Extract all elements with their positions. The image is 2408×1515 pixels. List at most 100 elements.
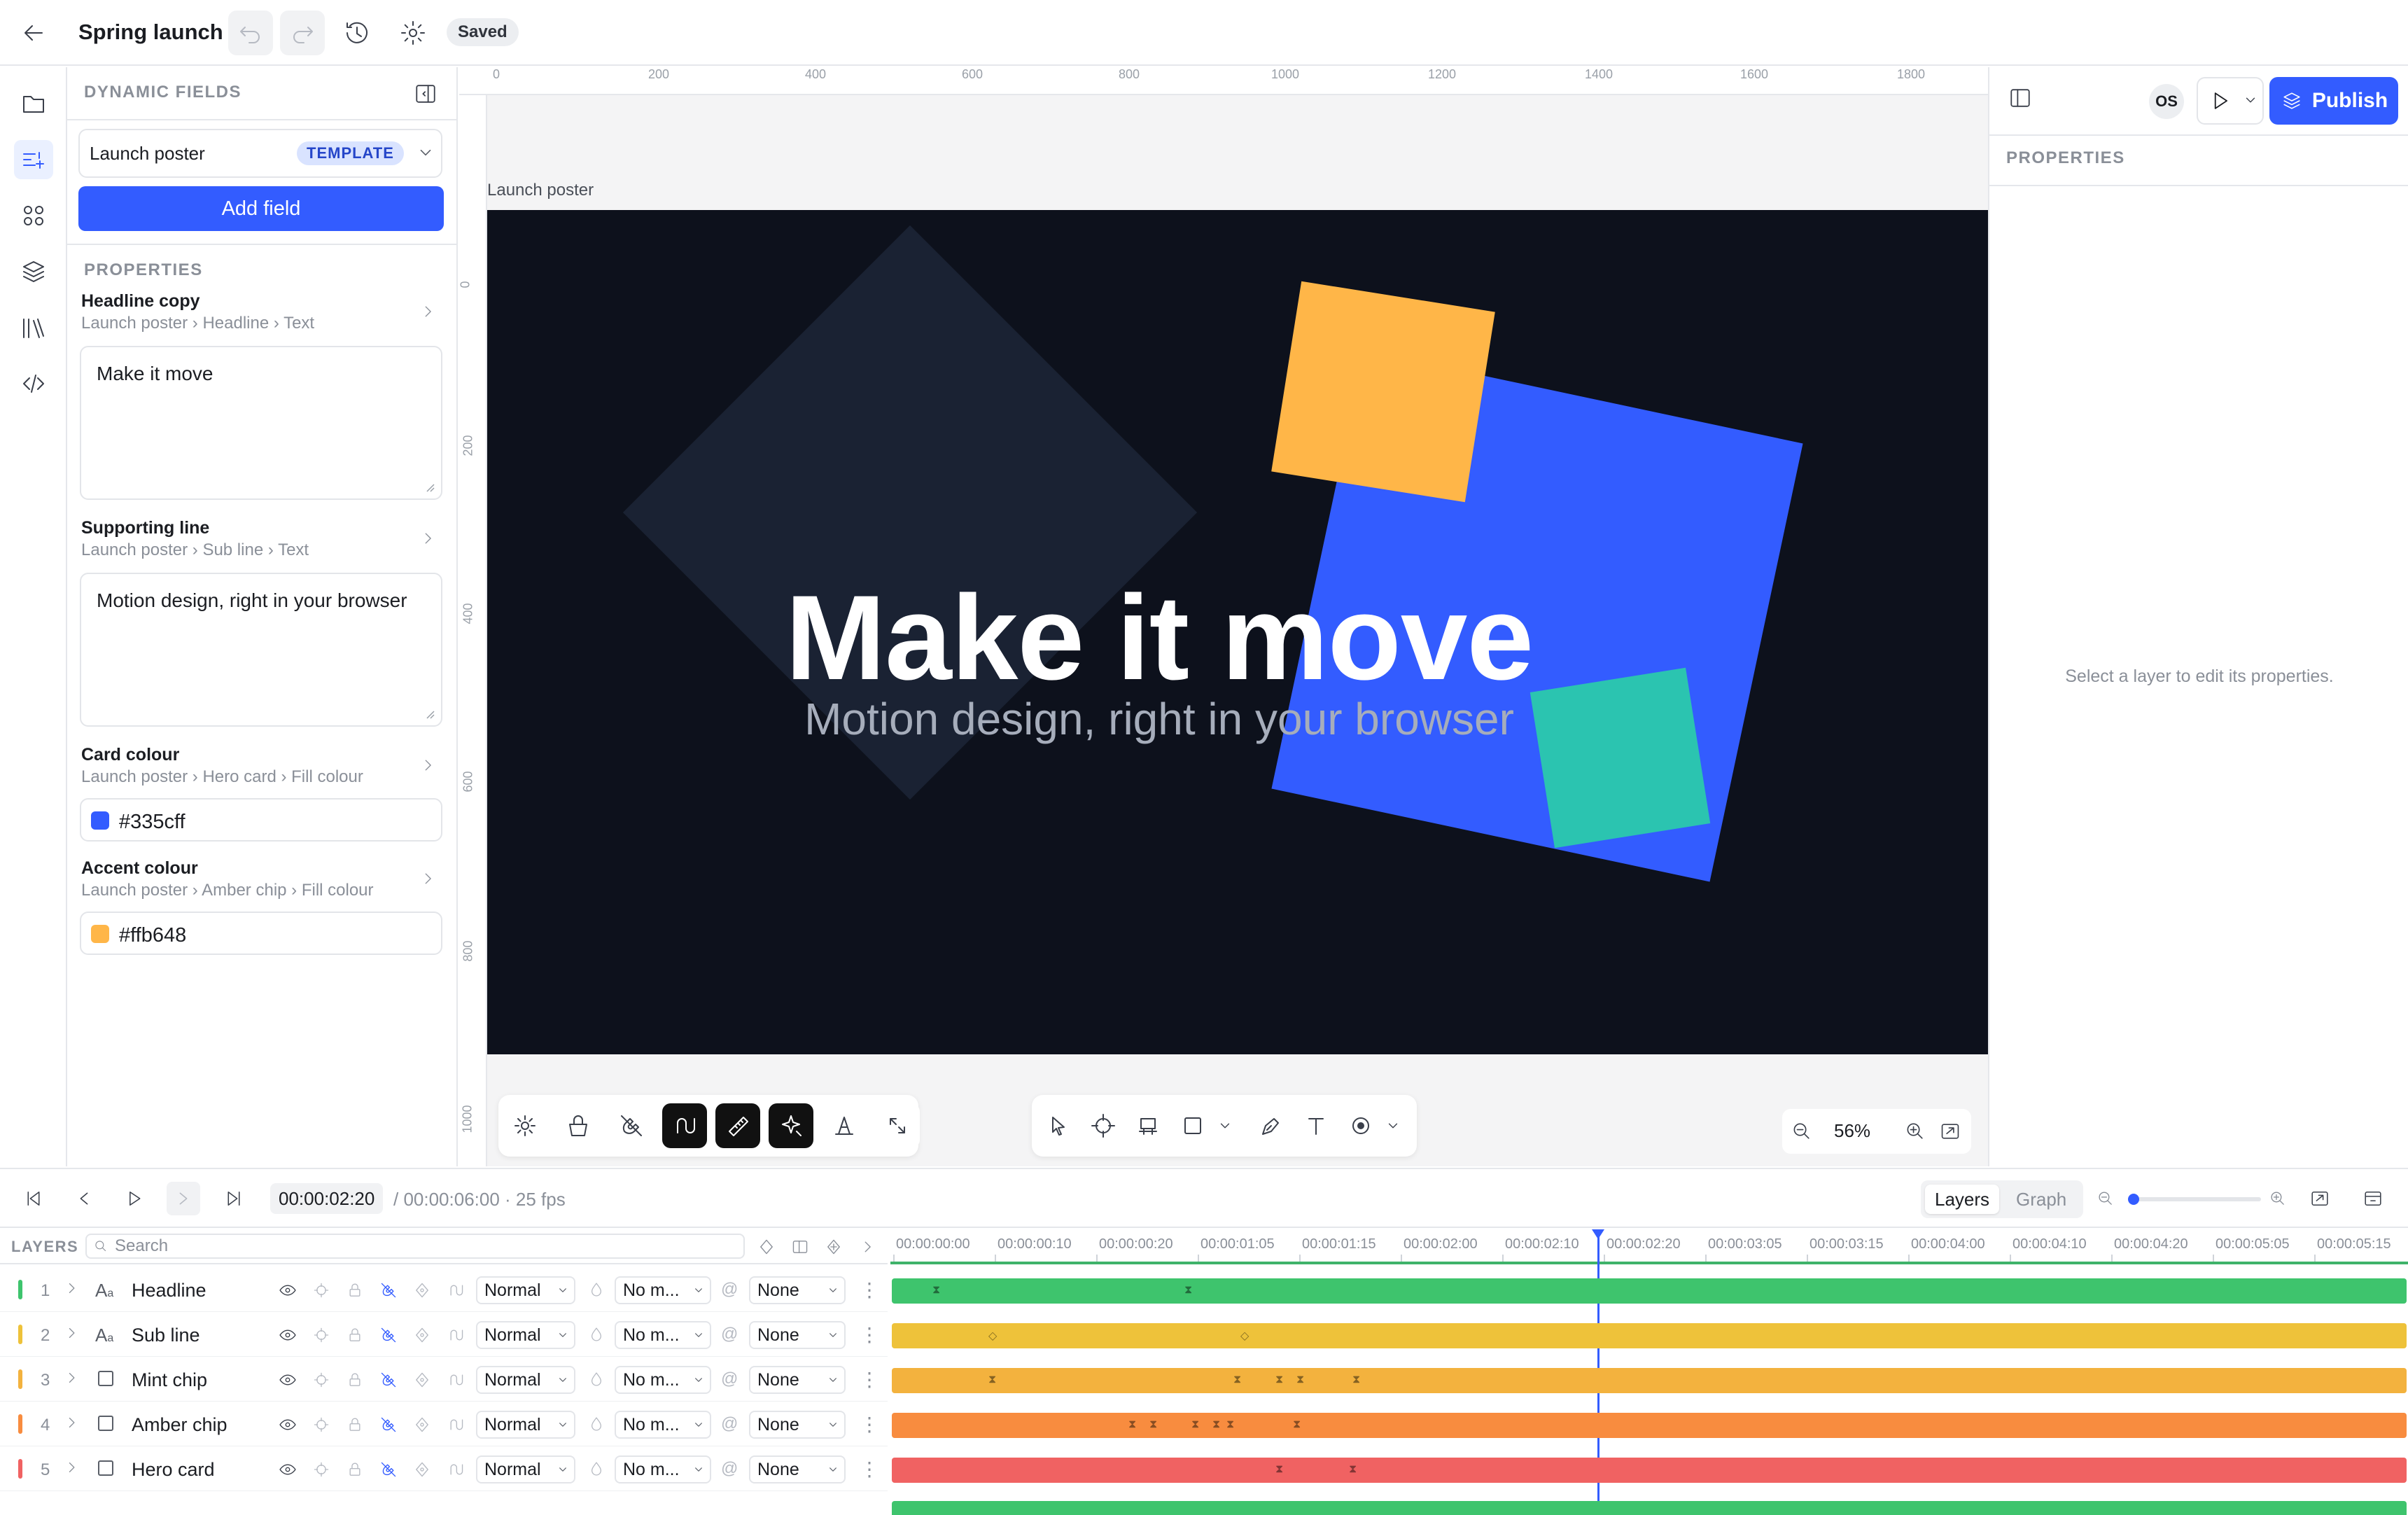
keyframe-marker[interactable]: ⧗ [1293,1418,1301,1431]
expand-chevron-icon[interactable] [62,1458,81,1477]
keyframe-marker[interactable]: ⧗ [1226,1418,1234,1431]
layer-color-tag[interactable] [18,1280,22,1299]
parent-select[interactable]: None [749,1276,846,1304]
zoom-out-icon[interactable] [1789,1119,1814,1144]
keyframe-marker[interactable]: ⧗ [1233,1374,1241,1386]
layer-color-tag[interactable] [18,1325,22,1344]
layer-bar[interactable] [892,1368,2407,1393]
more-options-icon[interactable]: ⋮ [860,1413,879,1436]
slider-handle[interactable] [2128,1194,2139,1205]
play-icon[interactable] [118,1182,151,1215]
current-timecode[interactable]: 00:00:02:20 [270,1183,384,1214]
anchor-icon[interactable] [311,1280,332,1301]
dynamic-fields-icon[interactable] [14,140,53,179]
chevron-right-icon[interactable] [417,868,438,889]
keyframe-marker[interactable]: ◇ [988,1329,997,1343]
add-field-button[interactable]: Add field [78,186,444,231]
amber-chip-shape[interactable] [1271,281,1495,503]
preview-play-split-button[interactable] [2197,77,2264,125]
timeline-zoom-out-icon[interactable] [2089,1182,2122,1215]
keyframe-marker[interactable]: ⧗ [1184,1284,1192,1297]
components-icon[interactable] [14,196,53,235]
columns-icon[interactable] [790,1236,811,1257]
collapse-timeline-icon[interactable] [2356,1182,2390,1215]
parent-select[interactable]: None [749,1321,846,1349]
solo-icon[interactable] [412,1280,433,1301]
lock-icon[interactable] [344,1369,365,1390]
visibility-eye-icon[interactable] [277,1280,298,1301]
matte-select[interactable]: No m... [615,1276,711,1304]
layer-track[interactable]: ⧗ ⧗ [890,1267,2408,1312]
keyframe-marker[interactable]: ⧗ [1296,1374,1304,1386]
layer-color-tag[interactable] [18,1414,22,1434]
opacity-droplet-icon[interactable] [587,1325,606,1344]
keyframe-marker[interactable]: ⧗ [1128,1418,1136,1431]
ruler-icon[interactable] [715,1103,760,1148]
snap-off-icon[interactable] [378,1325,399,1346]
motion-path-icon[interactable] [445,1414,466,1435]
expand-chevron-icon[interactable] [62,1323,81,1343]
layer-bar[interactable] [892,1458,2407,1483]
layer-bar[interactable] [892,1413,2407,1438]
blend-mode-select[interactable]: Normal [476,1366,575,1394]
snapping-off-icon[interactable] [609,1103,654,1148]
layer-bar[interactable] [892,1278,2407,1304]
parent-select[interactable]: None [749,1411,846,1439]
keyframe-marker[interactable]: ⧗ [1349,1463,1357,1476]
keyframe-marker[interactable]: ⧗ [932,1284,940,1297]
template-select[interactable]: Launch poster TEMPLATE [78,129,442,178]
resize-grip-icon[interactable] [424,482,435,493]
opacity-droplet-icon[interactable] [587,1414,606,1434]
document-title[interactable]: Spring launch [78,20,223,45]
layer-row[interactable]: 4 Amber chip Normal No m... @ None ⋮ [0,1402,888,1446]
layer-color-tag[interactable] [18,1459,22,1479]
parent-select[interactable]: None [749,1455,846,1483]
keyframe-marker[interactable]: ⧗ [1275,1374,1283,1386]
layer-color-tag[interactable] [18,1369,22,1389]
blend-mode-select[interactable]: Normal [476,1321,575,1349]
onion-skin-icon[interactable] [822,1103,867,1148]
snap-off-icon[interactable] [378,1459,399,1480]
lock-icon[interactable] [344,1414,365,1435]
lock-icon[interactable] [344,1459,365,1480]
more-options-icon[interactable]: ⋮ [860,1458,879,1481]
motion-path-icon[interactable] [445,1369,466,1390]
artboard[interactable]: Make it move Motion design, right in you… [487,210,1988,1054]
canvas-settings-icon[interactable] [503,1103,547,1148]
headline-copy-textarea[interactable]: Make it move [80,346,442,500]
chevron-right-icon[interactable] [417,755,438,776]
back-arrow-icon[interactable] [11,11,56,55]
layer-track[interactable]: ⧗ ⧗ [890,1446,2408,1491]
motion-path-icon[interactable] [445,1280,466,1301]
layer-row[interactable]: 5 Hero card Normal No m... @ None ⋮ [0,1446,888,1491]
opacity-droplet-icon[interactable] [587,1459,606,1479]
text-tool-icon[interactable] [1294,1103,1338,1148]
artboard-label[interactable]: Launch poster [487,181,594,200]
skip-to-start-icon[interactable] [17,1182,50,1215]
anchor-icon[interactable] [311,1414,332,1435]
resize-grip-icon[interactable] [424,708,435,720]
lock-icon[interactable] [344,1325,365,1346]
record-tool-icon[interactable] [1338,1103,1383,1148]
keyframe-marker[interactable]: ⧗ [988,1374,996,1386]
supporting-line-textarea[interactable]: Motion design, right in your browser [80,573,442,727]
zoom-in-icon[interactable] [1903,1119,1928,1144]
fit-to-screen-icon[interactable] [1938,1119,1963,1144]
color-swatch[interactable] [91,811,109,830]
snap-off-icon[interactable] [378,1414,399,1435]
chevron-right-icon[interactable] [417,528,438,549]
zoom-level[interactable]: 56% [1834,1120,1870,1142]
anchor-icon[interactable] [311,1369,332,1390]
card-colour-field[interactable]: #335cff [80,798,442,842]
motion-path-icon[interactable] [445,1325,466,1346]
anchor-crosshair-icon[interactable] [1081,1103,1126,1148]
blend-mode-select[interactable]: Normal [476,1276,575,1304]
parent-select[interactable]: None [749,1366,846,1394]
avatar[interactable]: OS [2149,84,2184,119]
snap-off-icon[interactable] [378,1280,399,1301]
redo-icon[interactable] [280,11,325,55]
solo-icon[interactable] [412,1369,433,1390]
keyframe-marker[interactable]: ⧗ [1212,1418,1220,1431]
publish-button[interactable]: Publish [2269,77,2398,125]
anchor-icon[interactable] [311,1325,332,1346]
